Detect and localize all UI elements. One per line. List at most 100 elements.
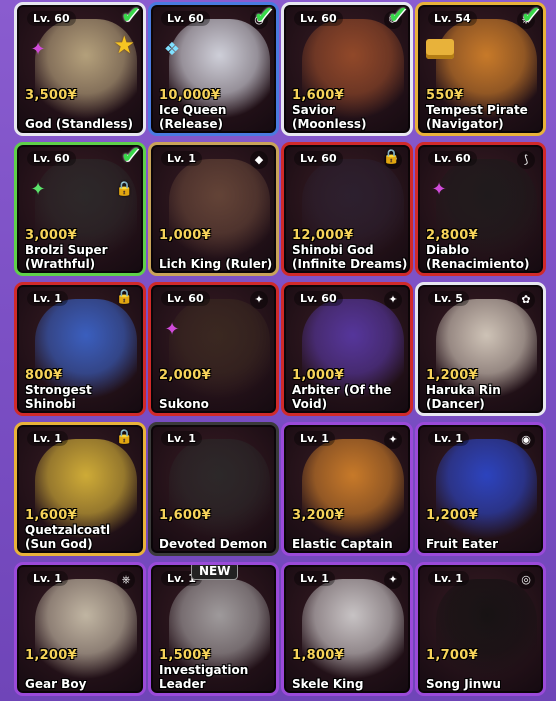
lock-icon[interactable]: 🔒 [116,289,133,305]
equipped-check-icon: ✔ [387,2,408,29]
unit-card[interactable]: Lv. 60 ✦ 1,000¥ Arbiter (Of the Void) [281,282,413,416]
unit-card[interactable]: Lv. 1 ◎ 1,700¥ Song Jinwu [415,562,546,696]
unit-level: Lv. 54 [428,11,477,26]
element-icon: ✿ [517,291,535,309]
unit-portrait [302,439,404,543]
unit-card[interactable]: Lv. 1 🔒 800¥ Strongest Shinobi [14,282,146,416]
unit-card[interactable]: Lv. 1 ◉ 1,200¥ Fruit Eater [415,422,546,556]
unit-card[interactable]: Lv. 54 ⎈ ✔ 550¥ Tempest Pirate (Navigator) [415,2,546,136]
unit-card[interactable]: Lv. 60 ✦ ✦ 2,000¥ Sukono [148,282,279,416]
unit-card[interactable]: Lv. 1 ◆ 1,000¥ Lich King (Ruler) [148,142,279,276]
unit-name: Quetzalcoatl (Sun God) [25,523,111,551]
element-icon: ◎ [517,571,535,589]
unit-name: Haruka Rin (Dancer) [426,383,501,411]
unit-price: 1,700¥ [426,648,478,663]
unit-price: 800¥ [25,368,63,383]
trait-gem-icon: ✦ [431,179,447,200]
element-icon: ✦ [250,291,268,309]
trait-gem-icon: ✦ [30,39,46,60]
element-icon: ⎈ [117,571,135,589]
unit-price: 1,500¥ [159,648,211,663]
unit-card[interactable]: Lv. 60 ✦ ✔ ★ 3,500¥ God (Standless) [14,2,146,136]
unit-card[interactable]: Lv. 60 ☾ ✔ 1,600¥ Savior (Moonless) [281,2,413,136]
unit-card[interactable]: Lv. 1 NEW 1,500¥ Investigation Leader [148,562,279,696]
unit-card[interactable]: Lv. 1 ✦ 3,200¥ Elastic Captain [281,422,413,556]
unit-name: Lich King (Ruler) [159,257,273,271]
unit-level: Lv. 1 [428,571,469,586]
unit-portrait [302,579,404,683]
unit-card[interactable]: Lv. 60 ◎ ❖ ✔ 10,000¥ Ice Queen (Release) [148,2,279,136]
unit-price: 2,800¥ [426,228,478,243]
favorite-star-icon[interactable]: ★ [113,31,135,59]
unit-level: Lv. 1 [27,291,68,306]
equipped-check-icon: ✔ [253,2,274,29]
unit-name: Song Jinwu [426,677,501,691]
unit-card[interactable]: Lv. 60 ✿ 🔒 12,000¥ Shinobi God (Infinite Dre… [281,142,413,276]
unit-price: 1,000¥ [292,368,344,383]
unit-portrait [169,439,270,543]
unit-price: 1,800¥ [292,648,344,663]
unit-portrait [436,579,537,683]
unit-name: Sukono [159,397,209,411]
unit-level: Lv. 1 [428,431,469,446]
unit-price: 1,200¥ [25,648,77,663]
unit-inventory-grid: Lv. 60 ✦ ✔ ★ 3,500¥ God (Standless) Lv. 60 ◎ ❖ ✔ 1… [14,2,546,696]
element-icon: ✦ [384,431,402,449]
lock-icon[interactable]: 🔒 [116,181,133,197]
unit-level: Lv. 5 [428,291,469,306]
unit-name: Ice Queen (Release) [159,103,227,131]
unit-level: Lv. 1 [161,431,202,446]
unit-level: Lv. 60 [27,151,76,166]
trait-gem-icon: ✦ [164,319,180,340]
element-icon: ✦ [384,291,402,309]
unit-level: Lv. 1 [27,571,68,586]
unit-price: 3,500¥ [25,88,77,103]
unit-name: Investigation Leader [159,663,249,691]
equipped-check-icon: ✔ [120,2,141,29]
unit-name: Strongest Shinobi [25,383,92,411]
element-icon: ⟆ [517,151,535,169]
new-badge: NEW [191,565,239,580]
unit-price: 1,200¥ [426,368,478,383]
trait-gem-icon: ❖ [163,39,181,60]
unit-price: 3,200¥ [292,508,344,523]
unit-name: Savior (Moonless) [292,103,367,131]
unit-name: Diablo (Renacimiento) [426,243,530,271]
unit-price: 3,000¥ [25,228,77,243]
equipped-check-icon: ✔ [120,142,141,169]
unit-level: Lv. 1 [294,431,335,446]
unit-name: Brolzi Super (Wrathful) [25,243,108,271]
unit-name: Tempest Pirate (Navigator) [426,103,528,131]
unit-price: 1,600¥ [159,508,211,523]
unit-name: Fruit Eater [426,537,499,551]
unit-card[interactable]: Lv. 60 ⟆ ✦ 2,800¥ Diablo (Renacimiento) [415,142,546,276]
unit-name: Skele King [292,677,364,691]
unit-level: Lv. 60 [161,11,210,26]
unit-name: God (Standless) [25,117,133,131]
unit-price: 2,000¥ [159,368,211,383]
unit-name: Shinobi God (Infinite Dreams) [292,243,408,271]
gold-bars-icon [426,39,454,59]
lock-icon[interactable]: 🔒 [116,429,133,445]
unit-level: Lv. 60 [161,291,210,306]
unit-level: Lv. 1 [161,151,202,166]
unit-card[interactable]: Lv. 5 ✿ 1,200¥ Haruka Rin (Dancer) [415,282,546,416]
unit-price: 1,000¥ [159,228,211,243]
unit-card[interactable]: Lv. 1 ⎈ 1,200¥ Gear Boy [14,562,146,696]
unit-card[interactable]: Lv. 1 1,600¥ Devoted Demon [148,422,279,556]
element-icon: ✦ [384,571,402,589]
unit-price: 10,000¥ [159,88,221,103]
unit-level: Lv. 60 [294,11,343,26]
unit-price: 1,600¥ [292,88,344,103]
unit-card[interactable]: Lv. 60 ✦ ✔ 🔒 3,000¥ Brolzi Super (Wrathful) [14,142,146,276]
element-icon: ◉ [517,431,535,449]
unit-level: Lv. 60 [294,291,343,306]
unit-card[interactable]: Lv. 1 ✦ 1,800¥ Skele King [281,562,413,696]
unit-price: 1,200¥ [426,508,478,523]
lock-icon[interactable]: 🔒 [383,149,400,165]
equipped-check-icon: ✔ [520,2,541,29]
unit-card[interactable]: Lv. 1 🔒 1,600¥ Quetzalcoatl (Sun God) [14,422,146,556]
unit-level: Lv. 60 [27,11,76,26]
unit-name: Elastic Captain [292,537,393,551]
unit-level: Lv. 1 [294,571,335,586]
